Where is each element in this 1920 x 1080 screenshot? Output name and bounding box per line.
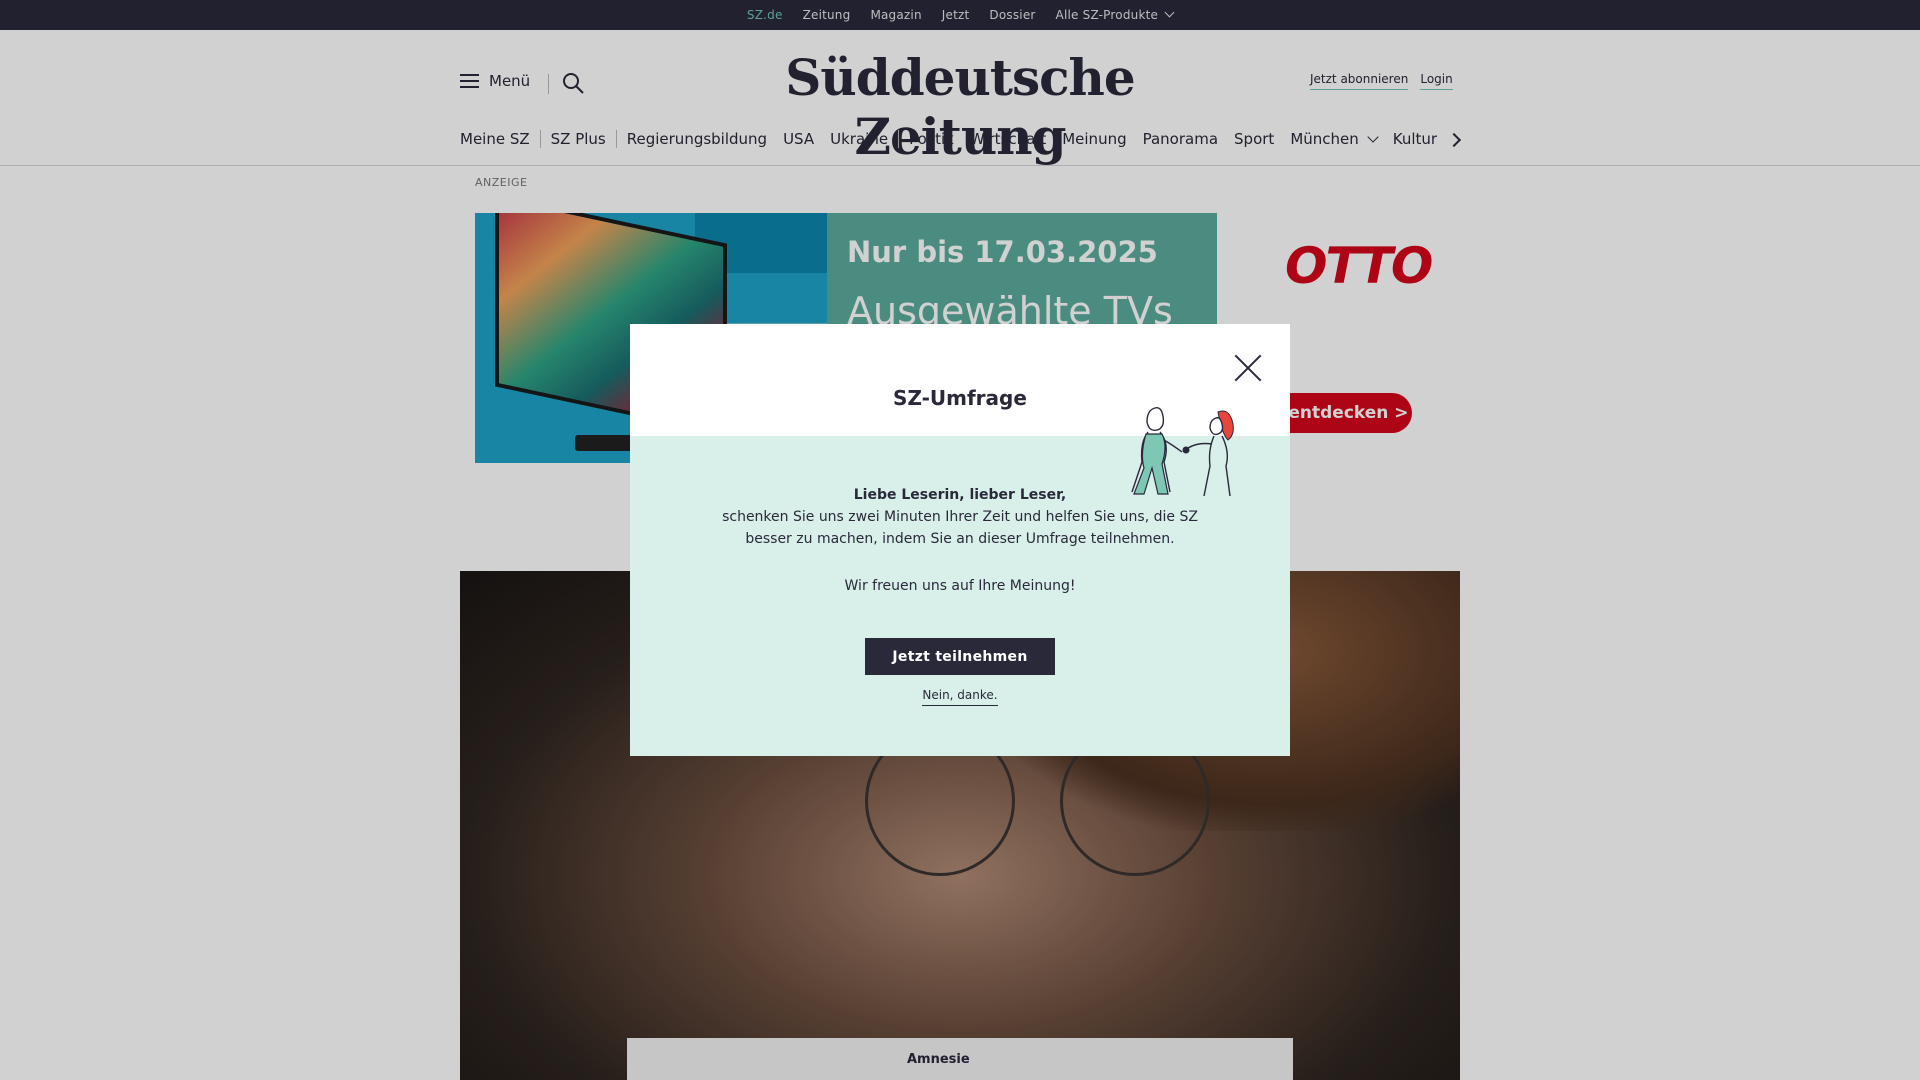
modal-text-line-1: schenken Sie uns zwei Minuten Ihrer Zeit… bbox=[722, 509, 1198, 525]
close-icon[interactable] bbox=[1234, 354, 1262, 382]
modal-body: Liebe Leserin, lieber Leser, schenken Si… bbox=[630, 484, 1290, 597]
modal-thanks: Wir freuen uns auf Ihre Meinung! bbox=[844, 578, 1076, 594]
participate-button[interactable]: Jetzt teilnehmen bbox=[865, 638, 1055, 675]
modal-greeting: Liebe Leserin, lieber Leser, bbox=[853, 487, 1067, 503]
modal-text-line-2: besser zu machen, indem Sie an dieser Um… bbox=[745, 531, 1175, 547]
decline-link-wrapper: Nein, danke. bbox=[630, 688, 1290, 706]
decline-link[interactable]: Nein, danke. bbox=[922, 688, 998, 706]
survey-modal: SZ-Umfrage Liebe Leserin, lieber Leser, … bbox=[630, 324, 1290, 756]
